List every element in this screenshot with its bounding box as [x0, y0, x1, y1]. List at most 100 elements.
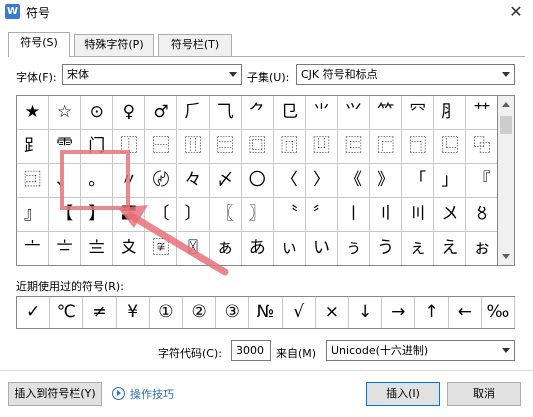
symbol-cell[interactable]: え	[434, 232, 467, 265]
symbol-cell[interactable]: ⿵	[273, 130, 306, 164]
tab-special-characters[interactable]: 特殊字符(P)	[74, 34, 154, 56]
char-code-input[interactable]: 3000	[231, 340, 271, 361]
symbol-cell[interactable]: ⿰	[113, 130, 146, 164]
recent-symbol-cell[interactable]: ←	[449, 297, 482, 328]
symbol-cell[interactable]: 「	[402, 164, 435, 198]
symbol-cell[interactable]: ⿴	[241, 130, 274, 164]
symbol-cell[interactable]: ⿺	[434, 130, 467, 164]
symbol-cell[interactable]: 】	[81, 198, 114, 232]
symbol-cell[interactable]: 〤	[434, 198, 467, 232]
close-icon[interactable]: ✕	[505, 2, 527, 22]
symbol-cell[interactable]: ⻊	[17, 130, 50, 164]
symbol-cell[interactable]: ⿳	[209, 130, 242, 164]
symbol-cell[interactable]: ♀	[113, 96, 146, 130]
symbol-cell[interactable]: 〇	[241, 164, 274, 198]
symbol-cell[interactable]: 〗	[241, 198, 274, 232]
symbol-cell[interactable]: ⿱	[145, 130, 178, 164]
insert-button[interactable]: 插入(I)	[366, 382, 440, 406]
symbol-cell[interactable]: 〩	[113, 232, 146, 265]
symbol-cell[interactable]: ⺿	[466, 96, 497, 130]
symbol-cell[interactable]: 〃	[113, 164, 146, 198]
symbol-cell[interactable]: 。	[81, 164, 114, 198]
symbol-cell[interactable]: 〧	[49, 232, 82, 265]
symbol-cell[interactable]: ぅ	[338, 232, 371, 265]
symbol-cell[interactable]: ♂	[145, 96, 178, 130]
symbol-cell[interactable]: 」	[434, 164, 467, 198]
symbol-cell[interactable]: ⻗	[49, 130, 82, 164]
recent-symbol-cell[interactable]: ‰	[482, 297, 515, 328]
symbol-cell[interactable]: 々	[177, 164, 210, 198]
symbol-cell[interactable]: 〨	[81, 232, 114, 265]
symbol-cell[interactable]: ⺍	[338, 96, 371, 130]
symbol-cell[interactable]: ⿹	[402, 130, 435, 164]
insert-to-symbol-bar-button[interactable]: 插入到符号栏(Y)	[8, 382, 102, 406]
symbol-cell[interactable]: 〡	[338, 198, 371, 232]
symbol-cell[interactable]: 【	[49, 198, 82, 232]
symbol-cell[interactable]: ⺁	[177, 96, 210, 130]
symbol-cell[interactable]: ⺄	[209, 96, 242, 130]
play-circle-icon[interactable]	[112, 387, 125, 400]
symbol-cell[interactable]: ⺈	[241, 96, 274, 130]
symbol-cell[interactable]: ⿼	[17, 164, 50, 198]
symbol-cell[interactable]: ⺋	[273, 96, 306, 130]
symbol-cell[interactable]: 〔	[145, 198, 178, 232]
symbol-cell[interactable]: あ	[242, 232, 274, 265]
symbol-cell[interactable]: ぉ	[466, 232, 497, 265]
recent-symbol-cell[interactable]: ①	[150, 297, 183, 328]
symbol-cell[interactable]: ⺌	[305, 96, 338, 130]
recent-symbol-cell[interactable]: №	[249, 297, 283, 328]
recent-symbol-cell[interactable]: ✓	[17, 297, 51, 328]
symbol-cell[interactable]: 〖	[209, 198, 242, 232]
symbol-cell[interactable]: ⺼	[434, 96, 467, 130]
symbol-cell[interactable]: ⿸	[370, 130, 403, 164]
from-select[interactable]: Unicode(十六进制)	[326, 340, 515, 361]
recent-symbol-cell[interactable]: ②	[183, 297, 217, 328]
symbol-cell[interactable]: 〓	[113, 198, 146, 232]
symbol-cell[interactable]: ⻔	[81, 130, 114, 164]
symbol-cell[interactable]: ⺳	[402, 96, 435, 130]
symbol-cell[interactable]: 〄	[145, 164, 178, 198]
symbol-cell[interactable]: 〉	[305, 164, 338, 198]
symbol-cell[interactable]: 』	[17, 198, 50, 232]
symbol-cell[interactable]: ⺮	[370, 96, 403, 130]
symbol-cell[interactable]: 〣	[402, 198, 435, 232]
symbol-cell[interactable]: ⿷	[338, 130, 371, 164]
symbol-cell[interactable]: ☆	[49, 96, 82, 130]
symbol-cell[interactable]: ⊙	[81, 96, 114, 130]
symbol-cell[interactable]: 《	[338, 164, 371, 198]
symbol-cell[interactable]: ⿻	[466, 130, 497, 164]
symbol-grid-scrollbar[interactable]	[498, 95, 515, 266]
symbol-cell[interactable]: 『	[466, 164, 497, 198]
scroll-thumb[interactable]	[500, 116, 512, 134]
symbol-cell[interactable]: ★	[17, 96, 50, 130]
subset-select[interactable]: CJK 符号和标点	[296, 64, 515, 85]
tab-symbol-bar[interactable]: 符号栏(T)	[158, 34, 232, 56]
symbol-cell[interactable]: 〕	[177, 198, 210, 232]
recent-symbol-cell[interactable]: ℃	[50, 297, 84, 328]
scroll-down-icon[interactable]	[498, 248, 514, 265]
symbol-cell[interactable]: 〢	[370, 198, 403, 232]
tab-symbols[interactable]: 符号(S)	[8, 32, 70, 57]
recent-symbol-cell[interactable]: ≠	[83, 297, 117, 328]
symbol-cell[interactable]: ⿲	[177, 130, 210, 164]
recent-symbol-cell[interactable]: √	[283, 297, 316, 328]
symbol-cell[interactable]: 〦	[17, 232, 50, 265]
font-select[interactable]: 宋体	[62, 64, 242, 85]
recent-symbol-cell[interactable]: ×	[316, 297, 349, 328]
symbol-cell[interactable]: い	[306, 232, 338, 265]
symbol-cell[interactable]: 》	[370, 164, 403, 198]
symbol-cell[interactable]: ぃ	[274, 232, 306, 265]
scroll-up-icon[interactable]	[498, 96, 514, 113]
symbol-cell[interactable]: う	[370, 232, 403, 265]
symbol-cell[interactable]: 〞	[305, 198, 338, 232]
symbol-cell[interactable]: ⿶	[305, 130, 338, 164]
recent-symbol-cell[interactable]: ③	[216, 297, 250, 328]
symbol-cell[interactable]: ぁ	[210, 232, 242, 265]
tips-link[interactable]: 操作技巧	[130, 386, 174, 402]
symbol-cell[interactable]: 〆	[209, 164, 242, 198]
recent-symbol-cell[interactable]: →	[382, 297, 416, 328]
symbol-cell[interactable]: 、	[49, 164, 82, 198]
recent-symbol-cell[interactable]: ¥	[117, 297, 150, 328]
symbol-cell[interactable]: ぇ	[402, 232, 435, 265]
recent-symbol-cell[interactable]: ↓	[349, 297, 383, 328]
